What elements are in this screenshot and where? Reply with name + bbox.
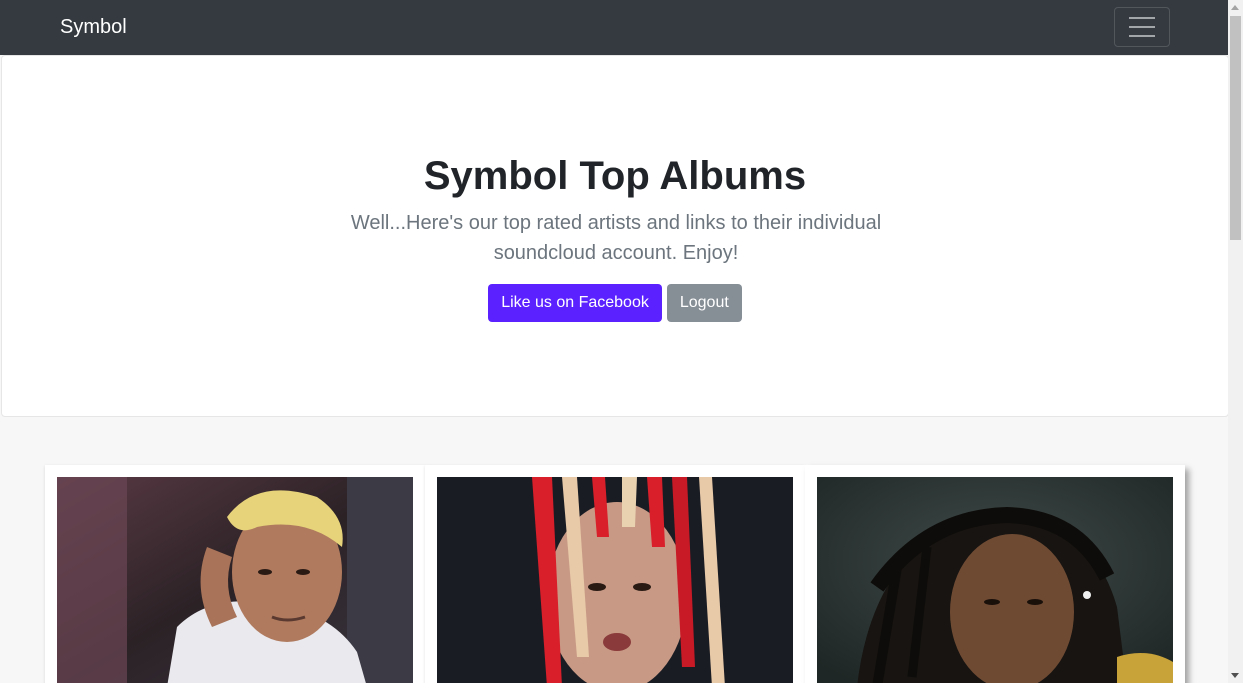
navbar-brand[interactable]: Symbol xyxy=(60,15,127,39)
facebook-like-button[interactable]: Like us on Facebook xyxy=(488,284,662,322)
hamburger-line xyxy=(1129,35,1155,37)
page-scrollbar[interactable] xyxy=(1228,0,1243,683)
page-title: Symbol Top Albums xyxy=(423,154,807,198)
hamburger-line xyxy=(1129,26,1155,28)
album-card[interactable] xyxy=(425,465,805,683)
artist-photo[interactable] xyxy=(57,477,413,683)
artist-photo[interactable] xyxy=(437,477,793,683)
jumbotron: Symbol Top Albums Well...Here's our top … xyxy=(1,55,1229,417)
logout-button[interactable]: Logout xyxy=(666,284,742,322)
top-navbar: Symbol xyxy=(0,0,1228,55)
scroll-down-arrow-icon[interactable] xyxy=(1231,673,1239,678)
scrollbar-thumb[interactable] xyxy=(1230,16,1241,240)
navbar-toggler-button[interactable] xyxy=(1114,7,1170,47)
album-card[interactable] xyxy=(45,465,425,683)
artist-photo[interactable] xyxy=(817,477,1173,683)
scroll-up-arrow-icon[interactable] xyxy=(1231,5,1239,10)
album-card[interactable] xyxy=(805,465,1185,683)
hamburger-line xyxy=(1129,17,1155,19)
action-buttons: Like us on Facebook Logout xyxy=(2,284,1228,322)
lead-text: Well...Here's our top rated artists and … xyxy=(350,212,882,264)
